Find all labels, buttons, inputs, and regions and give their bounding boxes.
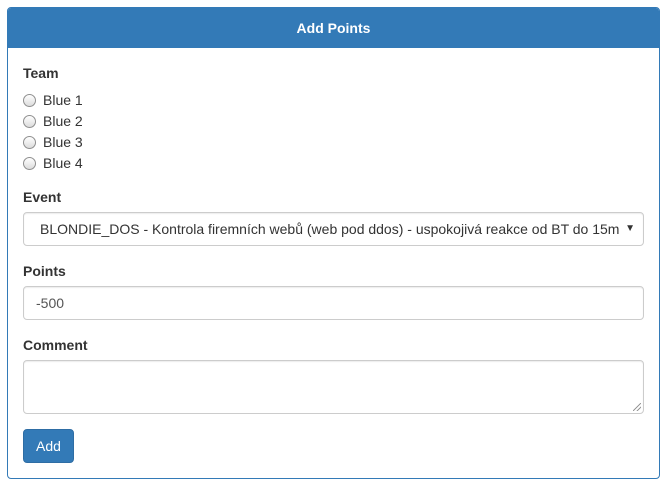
team-label: Team bbox=[23, 65, 59, 81]
add-button[interactable]: Add bbox=[23, 429, 74, 463]
team-option-blue-3[interactable]: Blue 3 bbox=[23, 132, 83, 152]
points-value: -500 bbox=[36, 295, 65, 311]
event-label: Event bbox=[23, 189, 62, 205]
panel-title: Add Points bbox=[8, 8, 659, 48]
team-option-label: Blue 3 bbox=[43, 134, 83, 150]
points-input[interactable]: -500 bbox=[23, 286, 644, 320]
dropdown-arrow-icon: ▼ bbox=[625, 223, 635, 234]
comment-textarea[interactable] bbox=[23, 360, 644, 414]
radio-icon[interactable] bbox=[23, 114, 36, 128]
add-points-panel: Add Points Team Blue 1 Blue 2 Blue 3 Blu… bbox=[7, 7, 660, 479]
radio-icon[interactable] bbox=[23, 135, 36, 149]
radio-icon[interactable] bbox=[23, 93, 36, 107]
resize-handle-icon[interactable] bbox=[633, 403, 641, 411]
points-label: Points bbox=[23, 263, 66, 279]
event-select[interactable]: BLONDIE_DOS - Kontrola firemních webů (w… bbox=[23, 212, 644, 246]
team-option-label: Blue 2 bbox=[43, 113, 83, 129]
team-option-blue-1[interactable]: Blue 1 bbox=[23, 90, 83, 110]
comment-label: Comment bbox=[23, 337, 88, 353]
radio-icon[interactable] bbox=[23, 156, 36, 170]
team-option-label: Blue 1 bbox=[43, 92, 83, 108]
event-selected-value: BLONDIE_DOS - Kontrola firemních webů (w… bbox=[40, 221, 619, 237]
team-option-blue-2[interactable]: Blue 2 bbox=[23, 111, 83, 131]
team-option-blue-4[interactable]: Blue 4 bbox=[23, 153, 83, 173]
team-option-label: Blue 4 bbox=[43, 155, 83, 171]
